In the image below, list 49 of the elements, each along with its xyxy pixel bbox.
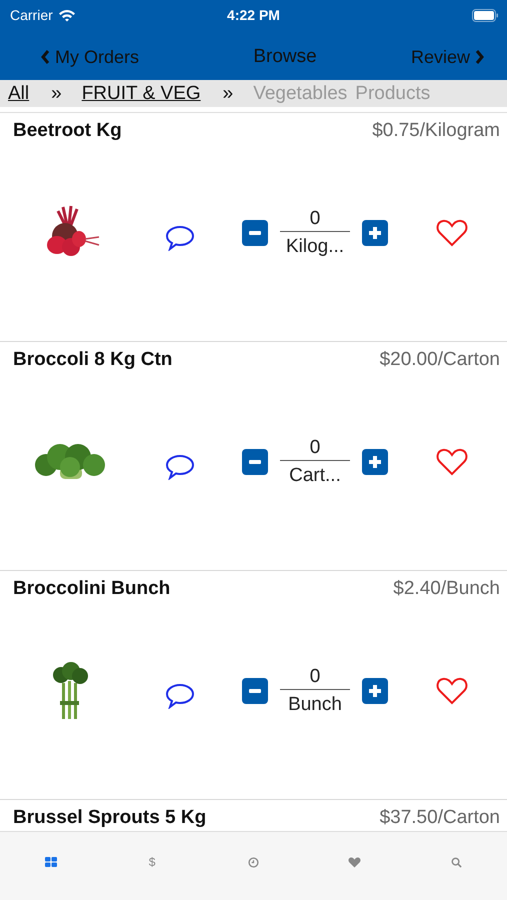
product-price: $2.40/Bunch — [393, 578, 500, 600]
speech-bubble-icon[interactable] — [165, 682, 195, 708]
increase-button[interactable] — [362, 448, 388, 474]
plus-icon — [368, 684, 382, 698]
plus-icon — [368, 454, 382, 468]
breadcrumb-link[interactable]: FRUIT & VEG — [82, 82, 201, 104]
unit-label: Cart... — [289, 464, 341, 486]
product-price: $37.50/Carton — [380, 807, 500, 829]
quantity-field[interactable]: 0 Cart... — [280, 436, 350, 486]
heart-icon[interactable] — [436, 218, 468, 246]
product-price: $20.00/Carton — [380, 349, 500, 371]
plus-icon — [368, 226, 382, 240]
breadcrumb-separator: » — [51, 82, 62, 104]
quantity-field[interactable]: 0 Kilog... — [280, 208, 350, 258]
clock-icon[interactable] — [248, 856, 260, 868]
quantity-value: 0 — [280, 666, 350, 690]
decrease-button[interactable] — [242, 448, 268, 474]
product-name: Broccolini Bunch — [13, 578, 170, 600]
grid-icon[interactable] — [44, 857, 57, 867]
breadcrumb-link[interactable]: All — [8, 82, 30, 104]
breadcrumb-current: Vegetables — [253, 82, 348, 104]
quantity-field[interactable]: 0 Bunch — [280, 666, 350, 716]
heart-icon[interactable] — [436, 448, 468, 476]
product-name: Beetroot Kg — [13, 120, 122, 142]
wifi-icon — [58, 8, 76, 22]
search-icon[interactable] — [450, 856, 462, 868]
decrease-button[interactable] — [242, 220, 268, 246]
battery-icon — [472, 8, 499, 22]
quantity-value: 0 — [280, 436, 350, 460]
heart-icon[interactable] — [348, 856, 362, 868]
chevron-right-icon — [475, 49, 485, 65]
decrease-button[interactable] — [242, 678, 268, 704]
nav-title: Browse — [253, 46, 317, 68]
unit-label: Bunch — [288, 692, 342, 716]
speech-bubble-icon[interactable] — [165, 454, 195, 480]
unit-label: Kilog... — [286, 234, 344, 258]
chevron-left-icon — [40, 49, 50, 65]
increase-button[interactable] — [362, 220, 388, 246]
increase-button[interactable] — [362, 678, 388, 704]
product-name: Brussel Sprouts 5 Kg — [13, 807, 206, 829]
clock-time: 4:22 PM — [226, 7, 281, 23]
product-name: Broccoli 8 Kg Ctn — [13, 349, 172, 371]
product-price: $0.75/Kilogram — [372, 120, 500, 142]
breadcrumb-separator: » — [222, 82, 234, 104]
heart-icon[interactable] — [436, 676, 468, 704]
quantity-value: 0 — [280, 208, 350, 232]
carrier-label: Carrier — [10, 7, 53, 23]
breadcrumb-current: Products — [355, 82, 430, 104]
speech-bubble-icon[interactable] — [165, 224, 195, 250]
